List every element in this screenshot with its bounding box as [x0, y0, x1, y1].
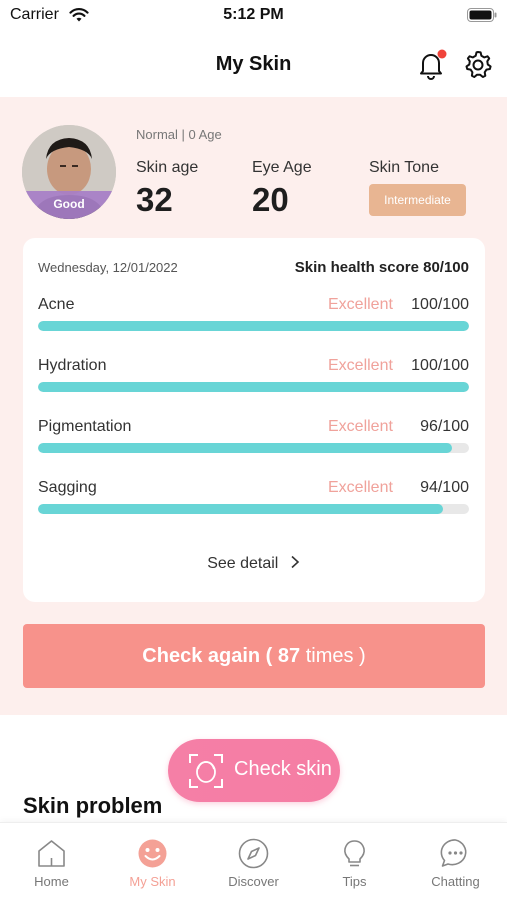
metric-rating: Excellent — [328, 418, 393, 435]
tab-label: Chatting — [431, 874, 480, 889]
chat-icon — [440, 839, 467, 867]
skin-status-text: Good — [53, 197, 85, 211]
skin-age-label: Skin age — [136, 159, 199, 176]
check-again-suffix: times ) — [305, 645, 366, 667]
see-detail-label: See detail — [207, 555, 279, 572]
chevron-right-icon — [291, 555, 299, 569]
eye-age-value: 20 — [252, 181, 289, 218]
progress-fill — [38, 443, 452, 453]
home-icon — [38, 840, 65, 867]
notification-button[interactable] — [414, 48, 448, 82]
check-again-count: 87 — [277, 645, 301, 667]
progress-fill — [38, 382, 469, 392]
progress-fill — [38, 321, 469, 331]
metric-name: Acne — [38, 296, 75, 313]
compass-icon — [238, 838, 269, 869]
progress-track — [38, 382, 469, 392]
battery-icon — [467, 8, 497, 22]
skin-score-card: Wednesday, 12/01/2022 Skin health score … — [23, 238, 485, 602]
tab-my-skin[interactable]: My Skin — [102, 823, 203, 900]
progress-fill — [38, 504, 444, 514]
metric-score: 100/100 — [411, 357, 469, 374]
skin-health-score: Skin health score 80/100 — [294, 259, 469, 276]
skin-problem-title: Skin problem — [23, 793, 163, 818]
tab-label: Home — [34, 874, 69, 889]
lightbulb-icon — [344, 840, 365, 867]
metric-row-acne: Acne Excellent 100/100 — [38, 296, 469, 336]
skin-tone-badge: Intermediate — [369, 184, 466, 216]
status-bar: Carrier 5:12 PM — [0, 0, 507, 34]
metric-score: 96/100 — [420, 418, 469, 435]
check-again-button[interactable]: Check again ( 87 times ) — [23, 624, 485, 688]
check-skin-button[interactable]: Check skin — [168, 739, 340, 802]
clock: 5:12 PM — [223, 6, 284, 23]
tab-label: Discover — [228, 874, 279, 889]
skin-age-value: 32 — [136, 181, 173, 218]
eye-age-label: Eye Age — [252, 159, 312, 176]
settings-button[interactable] — [462, 49, 494, 81]
tab-tips[interactable]: Tips — [304, 823, 405, 900]
metric-score: 100/100 — [411, 296, 469, 313]
avatar[interactable]: Good — [22, 125, 116, 219]
profile-subtitle: Normal | 0 Age — [136, 127, 222, 142]
metric-name: Hydration — [38, 357, 107, 374]
progress-track — [38, 443, 469, 453]
check-skin-label: Check skin — [234, 758, 332, 780]
metric-name: Sagging — [38, 479, 97, 496]
progress-track — [38, 321, 469, 331]
metric-row-sagging: Sagging Excellent 94/100 — [38, 479, 469, 519]
header: My Skin — [0, 34, 507, 96]
analysis-date: Wednesday, 12/01/2022 — [38, 260, 178, 275]
see-detail-link[interactable]: See detail — [23, 555, 485, 573]
progress-track — [38, 504, 469, 514]
metric-rating: Excellent — [328, 296, 393, 313]
bell-icon — [420, 49, 447, 80]
tab-home[interactable]: Home — [1, 823, 102, 900]
gear-icon — [465, 51, 492, 78]
metric-name: Pigmentation — [38, 418, 132, 435]
tab-discover[interactable]: Discover — [203, 823, 304, 900]
check-again-label: Check again ( — [142, 645, 273, 667]
tab-label: Tips — [342, 874, 367, 889]
metric-score: 94/100 — [420, 479, 469, 496]
metric-rating: Excellent — [328, 479, 393, 496]
face-scan-icon — [189, 754, 223, 788]
metric-row-pigmentation: Pigmentation Excellent 96/100 — [38, 418, 469, 458]
skin-status-badge: Good — [22, 191, 116, 219]
tab-label: My Skin — [129, 874, 176, 889]
metric-row-hydration: Hydration Excellent 100/100 — [38, 357, 469, 397]
skin-tone-label: Skin Tone — [369, 159, 439, 176]
skin-summary-section: Good Normal | 0 Age Skin age 32 Eye Age … — [0, 97, 507, 715]
bottom-tab-bar: Home My Skin Discover Tips Chatting — [0, 822, 507, 900]
smile-icon — [138, 839, 167, 868]
metric-rating: Excellent — [328, 357, 393, 374]
tab-chatting[interactable]: Chatting — [405, 823, 506, 900]
